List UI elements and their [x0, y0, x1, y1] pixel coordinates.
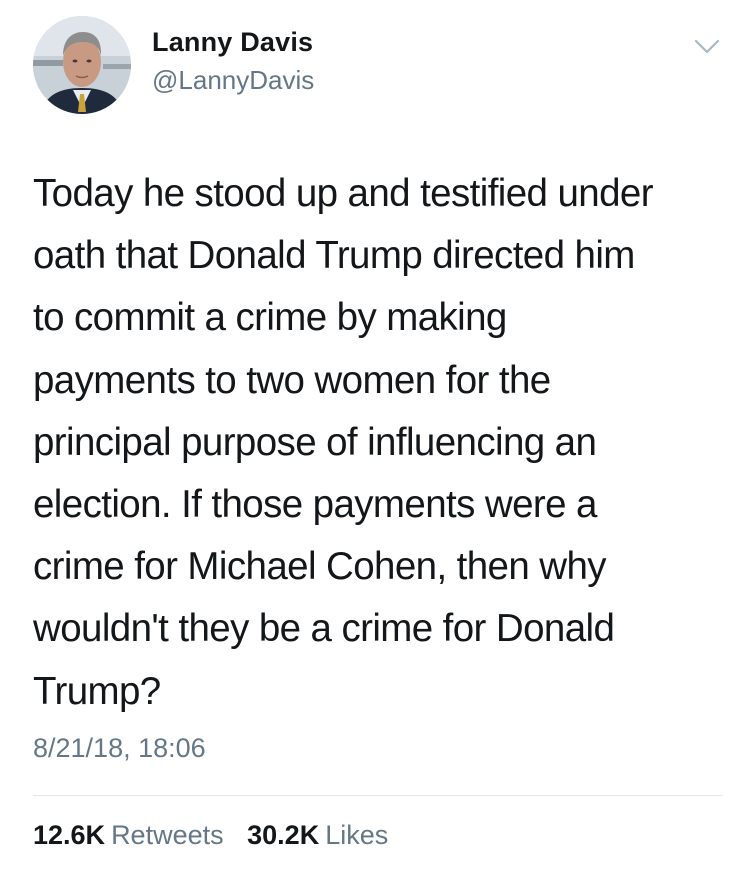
likes-label: Likes — [325, 820, 389, 850]
avatar-photo — [33, 16, 131, 114]
likes-stat[interactable]: 30.2K Likes — [247, 820, 388, 851]
retweets-label: Retweets — [111, 820, 224, 850]
author-handle[interactable]: @LannyDavis — [152, 65, 314, 96]
divider — [33, 795, 723, 796]
likes-count: 30.2K — [247, 820, 320, 850]
retweets-stat[interactable]: 12.6K Retweets — [33, 820, 224, 851]
avatar[interactable] — [33, 16, 131, 114]
tweet-timestamp[interactable]: 8/21/18, 18:06 — [33, 733, 206, 764]
tweet-stats: 12.6K Retweets 30.2K Likes — [33, 820, 404, 851]
retweets-count: 12.6K — [33, 820, 106, 850]
tweet: Lanny Davis @LannyDavis Today he stood u… — [0, 0, 750, 875]
author-name[interactable]: Lanny Davis — [152, 27, 313, 58]
tweet-text: Today he stood up and testified under oa… — [33, 172, 654, 713]
chevron-down-icon[interactable] — [692, 34, 722, 58]
